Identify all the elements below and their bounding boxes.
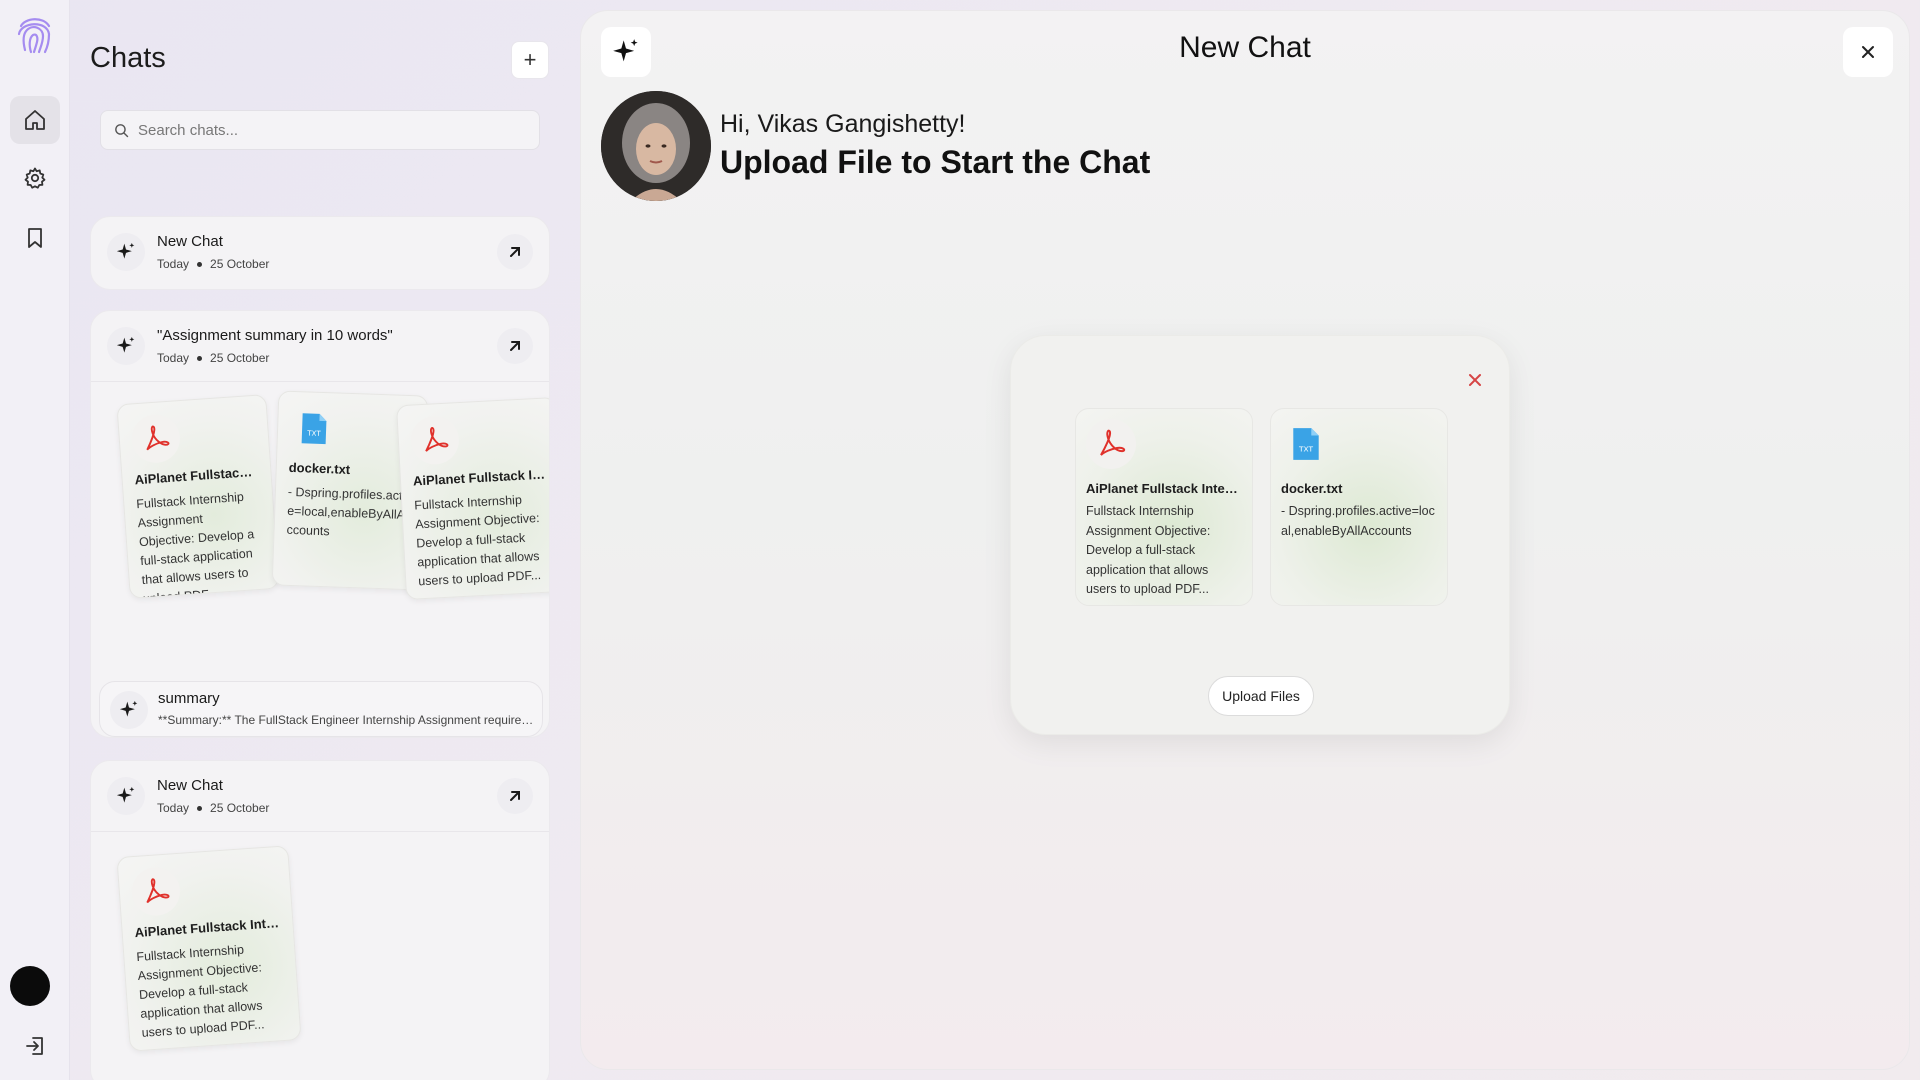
chat-card[interactable]: New Chat Today 25 October bbox=[90, 216, 550, 290]
file-name: AiPlanet Fullstack Intern... bbox=[1086, 481, 1242, 496]
file-preview: - Dspring.profiles.active=local,enableBy… bbox=[286, 484, 412, 539]
logout-button[interactable] bbox=[10, 1022, 60, 1070]
file-name: AiPlanet Fullstack Intern... bbox=[134, 463, 259, 488]
gear-icon bbox=[24, 167, 46, 189]
sparkle-icon bbox=[107, 327, 145, 365]
logout-icon bbox=[26, 1037, 43, 1055]
search-box bbox=[100, 110, 540, 150]
file-name: AiPlanet Fullstack Intern... bbox=[412, 466, 548, 489]
chat-date: 25 October bbox=[210, 351, 270, 365]
bookmarks-nav-button[interactable] bbox=[10, 214, 60, 262]
divider bbox=[91, 381, 549, 382]
chat-day: Today bbox=[157, 257, 190, 271]
upload-modal: AiPlanet Fullstack Intern... Fullstack I… bbox=[1010, 335, 1510, 735]
user-avatar bbox=[601, 91, 711, 201]
chat-meta: Today 25 October bbox=[157, 257, 269, 271]
greeting-text: Hi, Vikas Gangishetty! bbox=[720, 110, 966, 138]
file-card[interactable]: AiPlanet Fullstack Intern... Fullstack I… bbox=[116, 394, 280, 599]
file-name: AiPlanet Fullstack Intern... bbox=[134, 914, 281, 941]
pdf-icon bbox=[130, 865, 182, 918]
chat-day: Today bbox=[157, 801, 190, 815]
close-button[interactable] bbox=[1843, 27, 1893, 77]
settings-nav-button[interactable] bbox=[10, 154, 60, 202]
file-preview: - Dspring.profiles.active=local,enableBy… bbox=[1281, 504, 1435, 538]
pdf-icon bbox=[1086, 419, 1136, 469]
chats-heading: Chats bbox=[90, 42, 166, 74]
left-rail bbox=[0, 0, 70, 1080]
new-chat-button[interactable]: + bbox=[511, 41, 549, 79]
chat-title: New Chat bbox=[157, 777, 223, 794]
meta-dot bbox=[197, 355, 203, 361]
pdf-icon bbox=[409, 415, 461, 466]
user-avatar-button[interactable] bbox=[10, 966, 50, 1006]
chat-date: 25 October bbox=[210, 801, 270, 815]
chats-panel: Chats + New Chat Today 25 October bbox=[70, 0, 570, 1080]
bookmark-icon bbox=[28, 228, 42, 248]
pdf-icon bbox=[130, 413, 182, 465]
file-preview: Fullstack Internship Assignment Objectiv… bbox=[1086, 504, 1211, 596]
chat-date: 25 October bbox=[210, 257, 270, 271]
divider bbox=[91, 831, 549, 832]
txt-file-icon: TXT bbox=[1281, 419, 1331, 469]
chat-meta: Today 25 October bbox=[157, 351, 269, 365]
home-icon bbox=[25, 110, 45, 130]
arrow-up-right-icon bbox=[510, 247, 520, 257]
chat-title: New Chat bbox=[157, 233, 223, 250]
open-chat-button[interactable] bbox=[497, 234, 533, 270]
file-card[interactable]: AiPlanet Fullstack Intern... Fullstack I… bbox=[116, 845, 302, 1052]
summary-text: **Summary:** The FullStack Engineer Inte… bbox=[158, 713, 534, 727]
headline-text: Upload File to Start the Chat bbox=[720, 144, 1151, 180]
main-chat-panel: New Chat Hi, Vikas Gangishetty! Upload F… bbox=[580, 10, 1910, 1070]
txt-file-icon: TXT bbox=[289, 404, 339, 454]
meta-dot bbox=[197, 805, 203, 811]
open-chat-button[interactable] bbox=[497, 328, 533, 364]
file-preview: Fullstack Internship Assignment Objectiv… bbox=[135, 942, 265, 1040]
chat-day: Today bbox=[157, 351, 190, 365]
arrow-up-right-icon bbox=[510, 791, 520, 801]
file-preview: Fullstack Internship Assignment Objectiv… bbox=[135, 489, 255, 599]
remove-files-button[interactable] bbox=[1467, 372, 1487, 392]
file-name: docker.txt bbox=[288, 459, 351, 477]
upload-files-button[interactable]: Upload Files bbox=[1208, 676, 1314, 716]
sparkle-icon bbox=[110, 691, 148, 729]
open-chat-button[interactable] bbox=[497, 778, 533, 814]
chat-card[interactable]: New Chat Today 25 October AiPlanet Fulls… bbox=[90, 760, 550, 1080]
sparkle-icon bbox=[107, 777, 145, 815]
arrow-up-right-icon bbox=[510, 341, 520, 351]
home-nav-button[interactable] bbox=[10, 96, 60, 144]
chat-card[interactable]: "Assignment summary in 10 words" Today 2… bbox=[90, 310, 550, 738]
file-card[interactable]: TXT docker.txt - Dspring.profiles.active… bbox=[1270, 408, 1448, 606]
summary-title: summary bbox=[158, 690, 220, 707]
file-card[interactable]: AiPlanet Fullstack Intern... Fullstack I… bbox=[396, 396, 549, 601]
meta-dot bbox=[197, 261, 203, 267]
file-name: docker.txt bbox=[1281, 481, 1343, 496]
fingerprint-logo-icon[interactable] bbox=[13, 12, 55, 56]
file-preview: Fullstack Internship Assignment Objectiv… bbox=[413, 492, 542, 589]
svg-text:TXT: TXT bbox=[1298, 444, 1313, 453]
file-card[interactable]: AiPlanet Fullstack Intern... Fullstack I… bbox=[1075, 408, 1253, 606]
search-input[interactable] bbox=[138, 121, 528, 139]
chat-meta: Today 25 October bbox=[157, 801, 269, 815]
close-icon bbox=[1862, 46, 1874, 58]
chat-title: "Assignment summary in 10 words" bbox=[157, 327, 393, 344]
svg-text:TXT: TXT bbox=[306, 429, 321, 438]
page-title: New Chat bbox=[1179, 31, 1311, 64]
close-icon bbox=[1469, 374, 1481, 386]
search-icon bbox=[115, 123, 129, 137]
summary-row[interactable]: summary **Summary:** The FullStack Engin… bbox=[99, 681, 543, 737]
sparkle-icon bbox=[107, 233, 145, 271]
